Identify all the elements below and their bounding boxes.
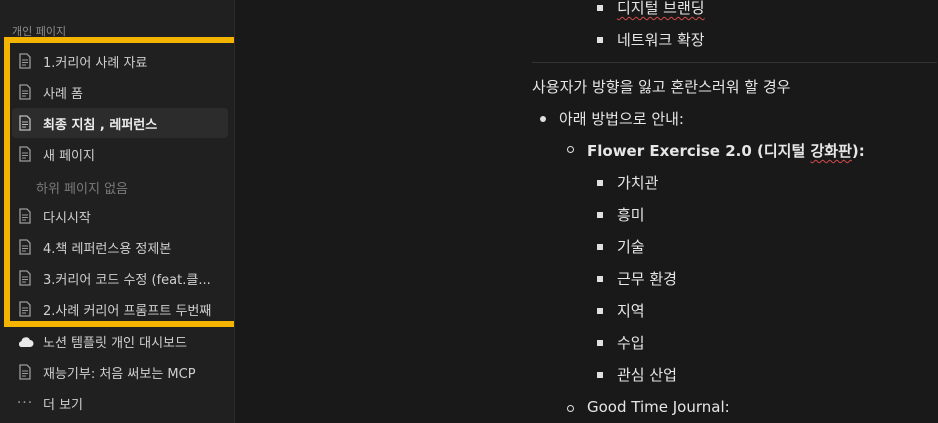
page-icon [16,300,34,318]
square-bullet [597,37,603,43]
sidebar-item-final-guide[interactable]: 최종 지침 , 레퍼런스 [12,108,228,138]
list-item[interactable]: 아래 방법으로 안내: [559,108,684,129]
sidebar-item-career-code[interactable]: 3.커리어 코드 수정 (feat.클... [12,263,228,293]
disc-bullet [540,116,546,122]
sidebar-item-restart[interactable]: 다시시작 [12,201,228,231]
square-bullet [597,340,603,346]
sidebar-item-label: 최종 지침 , 레퍼런스 [43,117,158,133]
square-bullet [597,212,603,218]
ellipsis-icon: ··· [16,395,34,411]
list-item[interactable]: 가치관 [617,172,658,193]
square-bullet [597,244,603,250]
page-icon [16,83,34,101]
sidebar-item-label: 다시시작 [43,210,91,226]
sidebar-item-label: 2.사례 커리어 프롬프트 두번째 [43,303,212,319]
sidebar-item-mcp[interactable]: 재능기부: 처음 써보는 MCP [12,357,228,387]
page-icon [16,114,34,132]
list-item[interactable]: 수입 [617,332,645,353]
sidebar-item-career-cases[interactable]: 1.커리어 사례 자료 [12,46,228,76]
list-item-good-time-journal[interactable]: Good Time Journal: [587,398,730,416]
sidebar-item-label: 사례 폼 [43,86,84,102]
list-item[interactable]: 관심 산업 [617,364,677,385]
list-item[interactable]: 디지털 브랜딩 [617,0,705,18]
square-bullet [597,180,603,186]
section-label-private[interactable]: 개인 페이지 [12,23,66,39]
list-item[interactable]: 흥미 [617,204,645,225]
square-bullet [597,276,603,282]
sidebar-item-book-reference[interactable]: 4.책 레퍼런스용 정제본 [12,232,228,262]
divider [532,62,937,63]
sidebar-item-label: 재능기부: 처음 써보는 MCP [43,366,196,382]
list-item[interactable]: 네트워크 확장 [617,29,705,50]
list-item[interactable]: 지역 [617,300,645,321]
square-bullet [597,5,603,11]
no-subpages-note: 하위 페이지 없음 [36,182,128,197]
square-bullet [597,308,603,314]
list-item[interactable]: 기술 [617,236,645,257]
sidebar-item-label: 4.책 레퍼런스용 정제본 [43,241,172,257]
sidebar-item-label: 노션 템플릿 개인 대시보드 [43,335,187,351]
sidebar-item-label: 1.커리어 사례 자료 [43,55,148,71]
page-icon [16,52,34,70]
page-icon [16,238,34,256]
list-item-flower-exercise[interactable]: Flower Exercise 2.0 (디지털 강화판): [587,140,865,161]
sidebar-more-button[interactable]: ··· 더 보기 [12,388,228,418]
list-item[interactable]: 근무 환경 [617,268,677,289]
sidebar-item-label: 새 페이지 [43,148,95,164]
square-bullet [597,372,603,378]
sidebar-item-career-prompt[interactable]: 2.사례 커리어 프롬프트 두번째 [12,294,228,324]
page-icon [16,145,34,163]
sidebar-item-notion-dashboard[interactable]: 노션 템플릿 개인 대시보드 [12,326,228,356]
page-icon [16,363,34,381]
circle-bullet [567,146,574,153]
page-icon [16,269,34,287]
paragraph[interactable]: 사용자가 방향을 잃고 혼란스러워 할 경우 [532,76,790,97]
sidebar-item-new-page[interactable]: 새 페이지 [12,139,228,169]
sidebar-item-label: 3.커리어 코드 수정 (feat.클... [43,272,211,288]
more-label: 더 보기 [43,397,84,413]
sidebar-item-case-form[interactable]: 사례 폼 [12,77,228,107]
sidebar: 개인 페이지 1.커리어 사례 자료 사례 폼 최종 지침 , 레퍼런스 새 페… [0,0,235,423]
circle-bullet [567,405,574,412]
page-content: 디지털 브랜딩 네트워크 확장 사용자가 방향을 잃고 혼란스러워 할 경우 아… [235,0,938,423]
page-icon [16,207,34,225]
cloud-icon [16,332,34,350]
app-window: 개인 페이지 1.커리어 사례 자료 사례 폼 최종 지침 , 레퍼런스 새 페… [0,0,938,423]
